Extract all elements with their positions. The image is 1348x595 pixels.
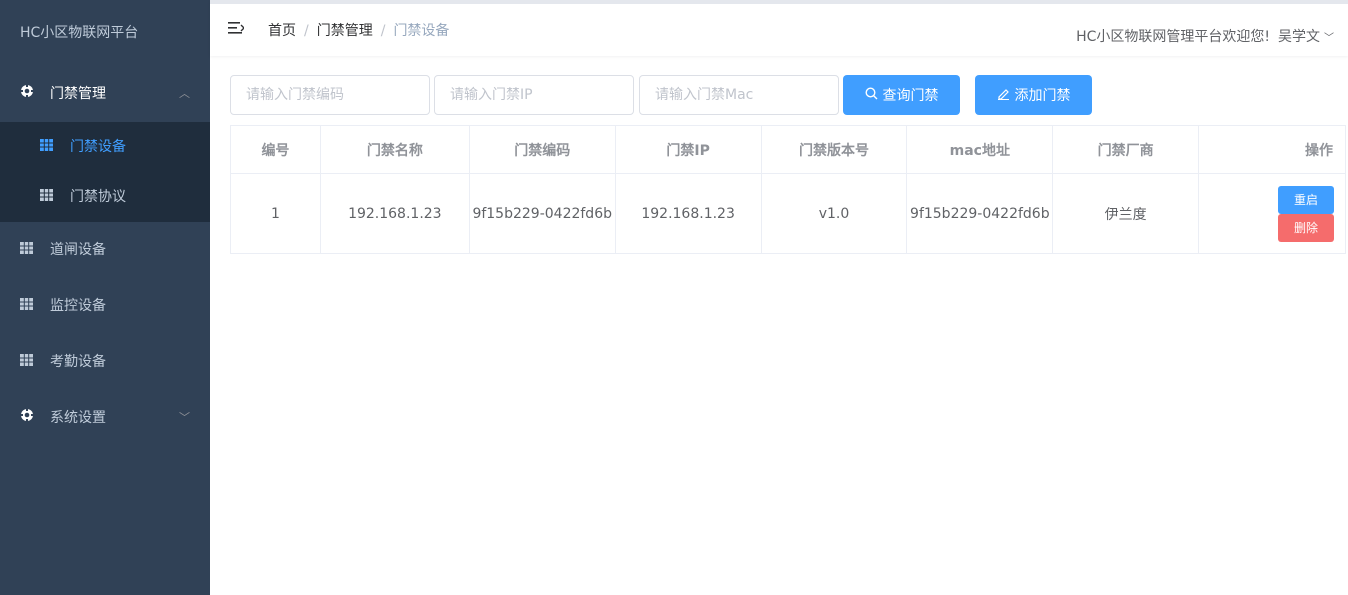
chevron-down-icon: ﹀ <box>179 411 190 424</box>
column-header: 操作 <box>1198 125 1346 174</box>
cell-mac: 9f15b229-0422fd6b <box>906 173 1054 254</box>
welcome-text: HC小区物联网管理平台欢迎您! <box>1076 29 1270 45</box>
cell-code: 9f15b229-0422fd6b <box>469 173 616 254</box>
user-name: 吴学文 <box>1278 29 1320 45</box>
welcome-area: HC小区物联网管理平台欢迎您! 吴学文 ﹀ <box>1076 26 1334 46</box>
access-mac-input[interactable] <box>639 75 839 115</box>
table-header-row: 编号 门禁名称 门禁编码 门禁IP 门禁版本号 mac地址 门禁厂商 操作 <box>230 125 1346 174</box>
submenu-item-access-protocol[interactable]: 门禁协议 <box>0 172 210 222</box>
submenu-label: 门禁协议 <box>70 189 126 205</box>
search-icon <box>864 86 878 104</box>
sidebar: HC小区物联网平台 门禁管理 ︿ 门禁设备 门禁协议 道闸设备 监控设备 考勤设… <box>0 0 210 595</box>
menu-label: 考勤设备 <box>50 354 106 370</box>
column-header: 编号 <box>230 125 321 174</box>
grid-icon <box>20 278 33 334</box>
cell-vendor: 伊兰度 <box>1052 173 1200 254</box>
grid-icon <box>20 334 33 390</box>
menu-attendance-device[interactable]: 考勤设备 <box>0 334 210 390</box>
cell-ip: 192.168.1.23 <box>615 173 762 254</box>
menu-label: 监控设备 <box>50 298 106 314</box>
user-dropdown[interactable]: 吴学文 ﹀ <box>1278 29 1334 45</box>
query-button[interactable]: 查询门禁 <box>843 75 960 115</box>
column-header: 门禁厂商 <box>1052 125 1200 174</box>
breadcrumb-access-control[interactable]: 门禁管理 <box>317 23 373 39</box>
menu-label: 系统设置 <box>50 410 106 426</box>
menu-monitor-device[interactable]: 监控设备 <box>0 278 210 334</box>
table-row: 1 192.168.1.23 9f15b229-0422fd6b 192.168… <box>230 173 1346 254</box>
submenu-access-control: 门禁设备 门禁协议 <box>0 122 210 222</box>
submenu-label: 门禁设备 <box>70 139 126 155</box>
menu-access-control[interactable]: 门禁管理 ︿ <box>0 66 210 122</box>
cell-id: 1 <box>230 173 321 254</box>
add-label: 添加门禁 <box>1014 88 1071 104</box>
column-header: 门禁版本号 <box>761 125 908 174</box>
submenu-item-access-device[interactable]: 门禁设备 <box>0 122 210 172</box>
chevron-down-icon: ﹀ <box>1324 33 1334 44</box>
menu-system-settings[interactable]: 系统设置 ﹀ <box>0 390 210 446</box>
grid-icon <box>40 172 53 222</box>
top-header: 首页 / 门禁管理 / 门禁设备 HC小区物联网管理平台欢迎您! 吴学文 ﹀ <box>210 0 1348 56</box>
edit-icon <box>997 87 1010 104</box>
cell-version: v1.0 <box>761 173 908 254</box>
breadcrumb: 首页 / 门禁管理 / 门禁设备 <box>268 23 450 39</box>
gear-icon <box>20 66 34 122</box>
column-header: 门禁名称 <box>320 125 470 174</box>
delete-button[interactable]: 删除 <box>1278 213 1334 242</box>
menu-label: 道闸设备 <box>50 242 106 258</box>
add-button[interactable]: 添加门禁 <box>975 75 1092 115</box>
cell-actions: 重启 删除 <box>1198 173 1346 254</box>
menu-gate-device[interactable]: 道闸设备 <box>0 222 210 278</box>
breadcrumb-home[interactable]: 首页 <box>268 23 296 39</box>
gear-icon <box>20 390 34 446</box>
brand-title: HC小区物联网平台 <box>20 25 139 41</box>
column-header: 门禁编码 <box>469 125 616 174</box>
breadcrumb-current: 门禁设备 <box>393 23 450 39</box>
column-header: 门禁IP <box>615 125 762 174</box>
column-header: mac地址 <box>906 125 1054 174</box>
chevron-up-icon: ︿ <box>179 87 190 100</box>
grid-icon <box>20 222 33 278</box>
access-ip-input[interactable] <box>434 75 634 115</box>
access-code-input[interactable] <box>230 75 430 115</box>
restart-button[interactable]: 重启 <box>1278 185 1334 214</box>
menu-label: 门禁管理 <box>50 86 106 102</box>
cell-name: 192.168.1.23 <box>320 173 470 254</box>
access-device-table: 编号 门禁名称 门禁编码 门禁IP 门禁版本号 mac地址 门禁厂商 操作 1 … <box>230 125 1346 254</box>
hamburger-icon[interactable] <box>228 20 245 36</box>
query-label: 查询门禁 <box>882 88 939 104</box>
grid-icon <box>40 122 53 172</box>
